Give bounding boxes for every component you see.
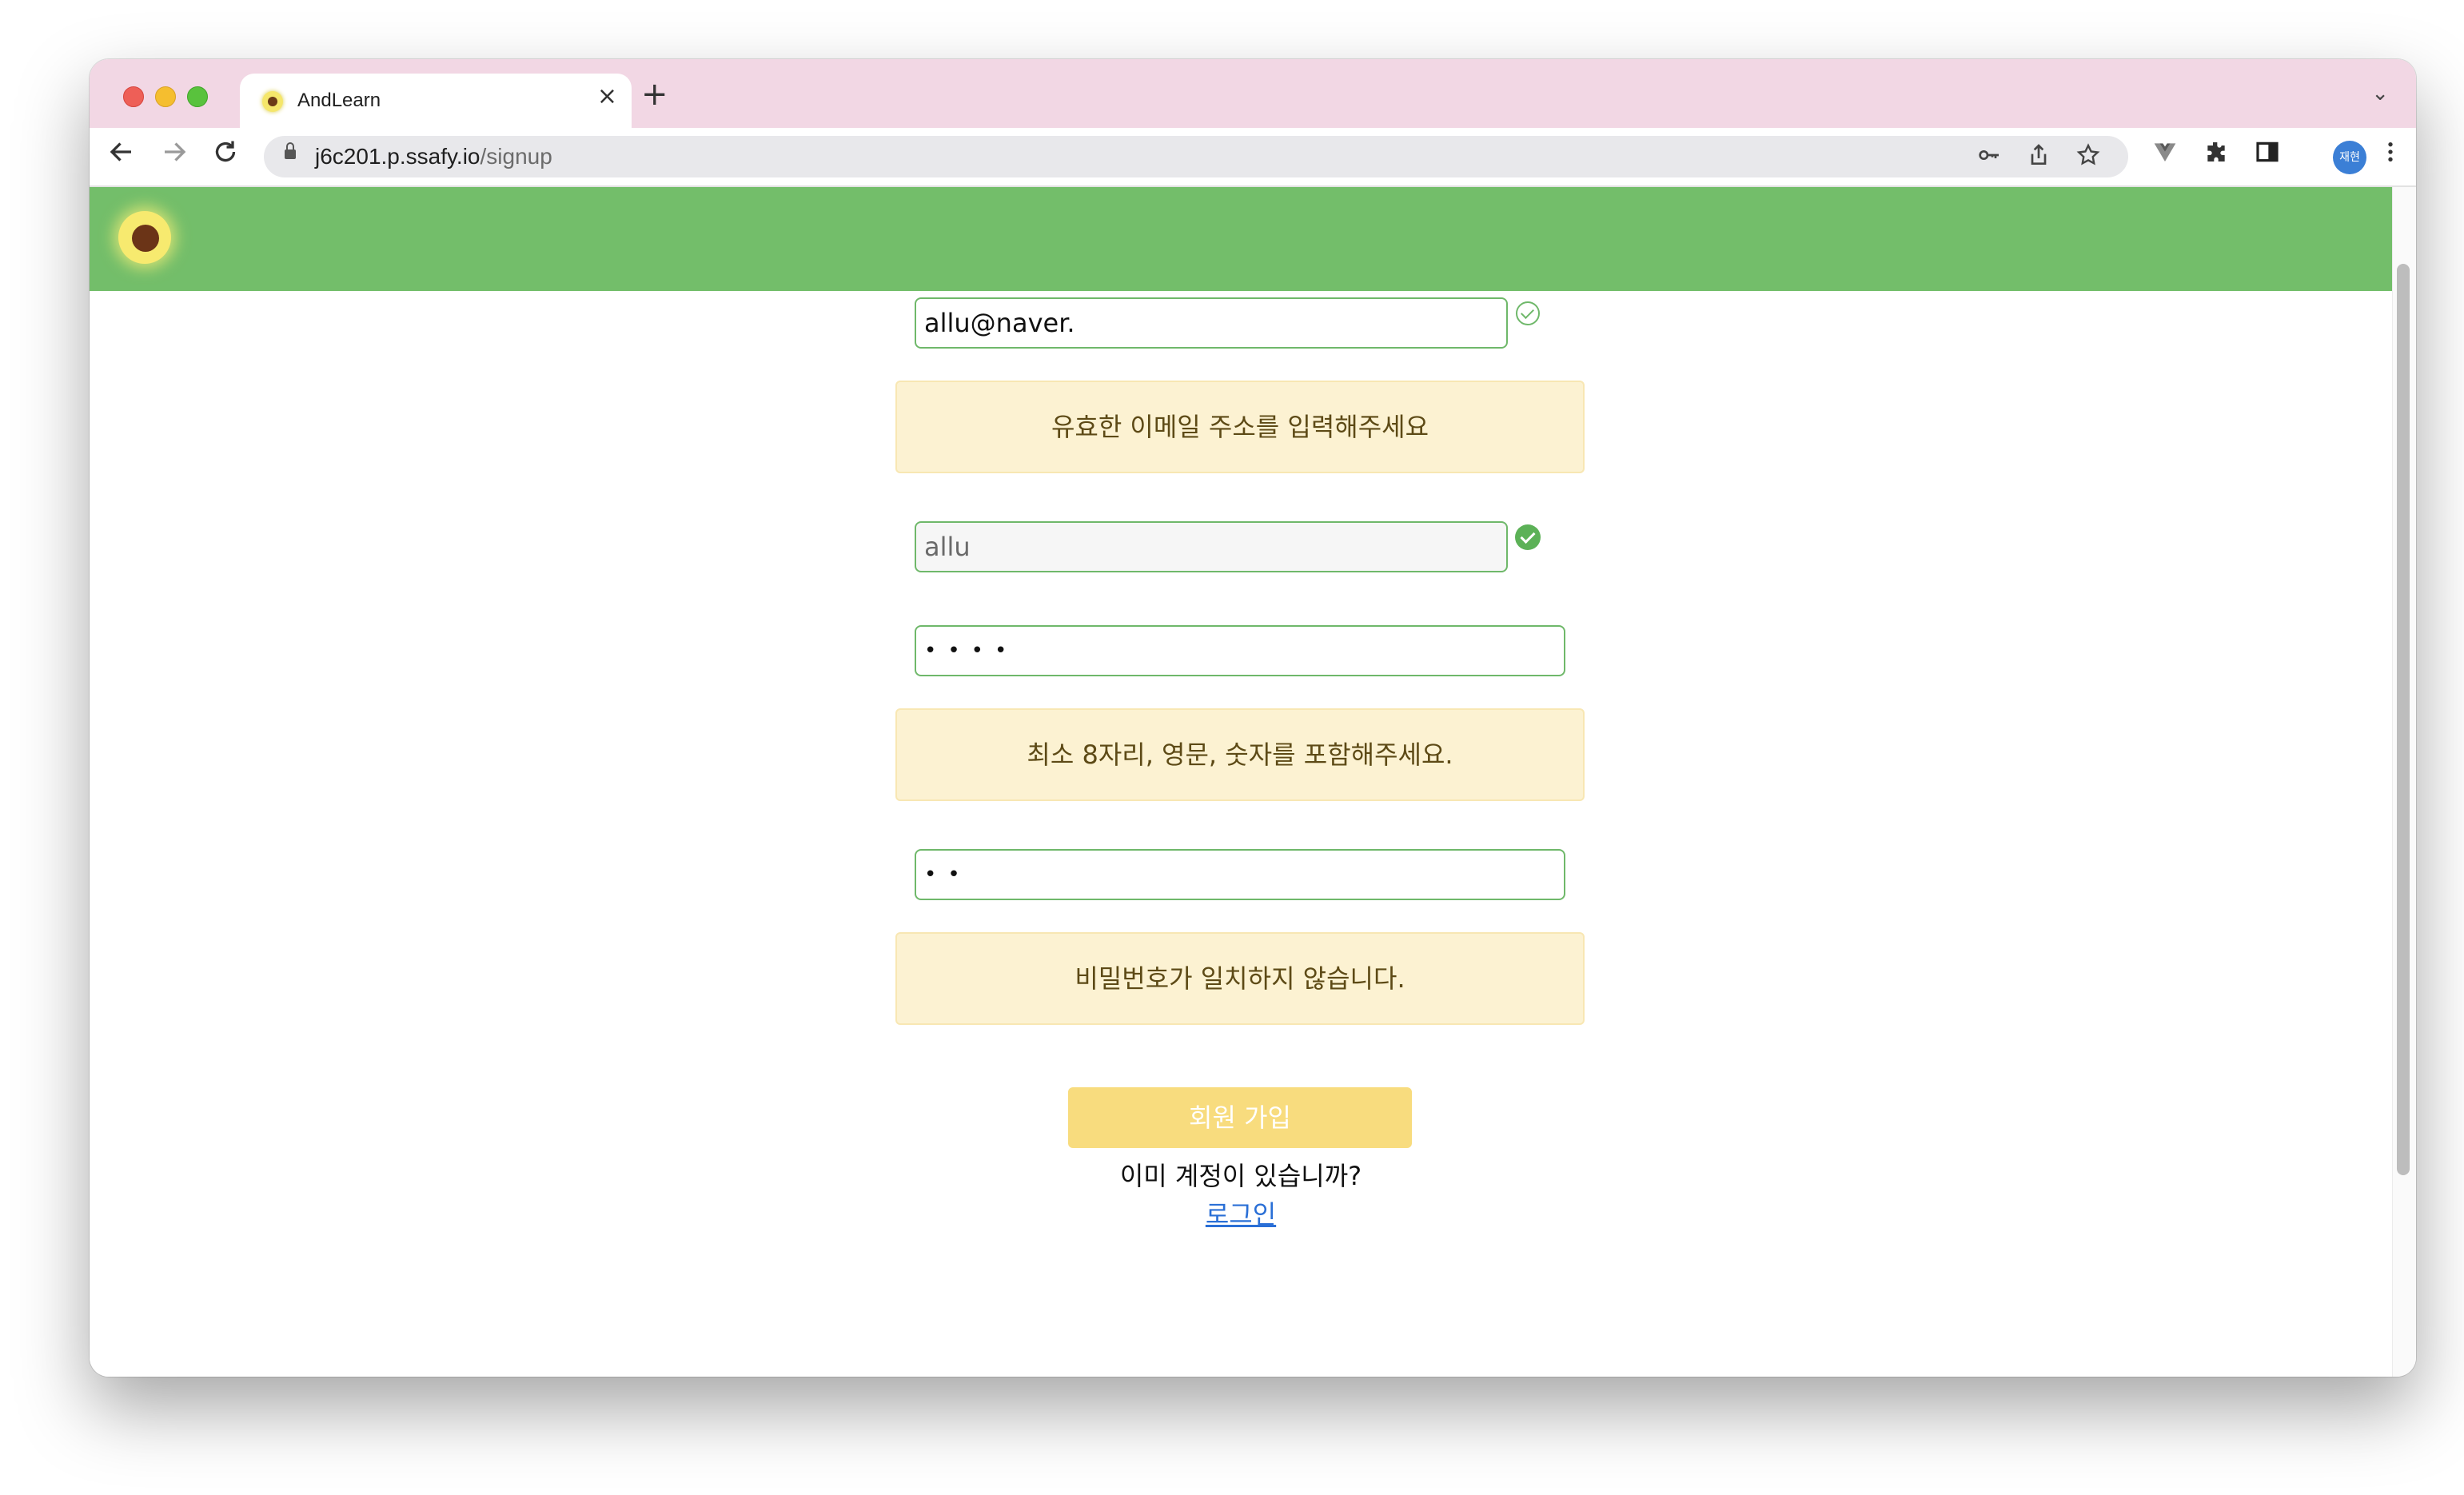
- key-icon[interactable]: [1976, 142, 2002, 173]
- menu-icon[interactable]: [2378, 139, 2403, 169]
- email-error-alert: 유효한 이메일 주소를 입력해주세요: [895, 381, 1585, 473]
- side-panel-icon[interactable]: [2255, 139, 2280, 169]
- tab-list-chevron-icon[interactable]: ⌄: [2371, 82, 2389, 106]
- password-mismatch-alert: 비밀번호가 일치하지 않습니다.: [895, 932, 1585, 1025]
- avocado-logo-icon[interactable]: [118, 211, 171, 264]
- signup-button[interactable]: 회원 가입: [1068, 1087, 1412, 1148]
- email-field[interactable]: allu@naver.: [915, 297, 1508, 349]
- check-filled-icon: [1515, 524, 1541, 550]
- star-icon[interactable]: [2075, 142, 2101, 173]
- tab-andlearn[interactable]: AndLearn ×: [240, 74, 632, 128]
- profile-avatar[interactable]: 재현: [2333, 141, 2366, 174]
- check-outline-icon: [1516, 301, 1540, 325]
- address-bar[interactable]: j6c201.p.ssafy.io/signup: [264, 136, 2128, 177]
- maximize-window-button[interactable]: [187, 86, 208, 107]
- password-error-alert: 최소 8자리, 영문, 숫자를 포함해주세요.: [895, 708, 1585, 801]
- login-link[interactable]: 로그인: [90, 1194, 2392, 1231]
- vue-devtools-icon[interactable]: [2152, 139, 2178, 169]
- tab-title: AndLearn: [297, 90, 381, 111]
- browser-toolbar: j6c201.p.ssafy.io/signup 재현: [90, 128, 2416, 187]
- share-icon[interactable]: [2026, 142, 2051, 173]
- lock-icon[interactable]: [285, 142, 296, 159]
- browser-window: AndLearn × + ⌄ j6c201.p.ssafy.io/signup: [90, 59, 2416, 1377]
- avocado-favicon-icon: [262, 91, 283, 112]
- forward-icon[interactable]: [160, 138, 189, 172]
- tab-close-icon[interactable]: ×: [597, 85, 617, 109]
- password-confirm-field[interactable]: ••: [915, 849, 1565, 900]
- nickname-field[interactable]: allu: [915, 521, 1508, 572]
- reload-icon[interactable]: [211, 138, 240, 172]
- password-field[interactable]: ••••: [915, 625, 1565, 676]
- new-tab-button[interactable]: +: [641, 78, 668, 110]
- app-header: [90, 187, 2392, 291]
- back-icon[interactable]: [107, 138, 136, 172]
- extensions-icon[interactable]: [2203, 139, 2229, 169]
- tab-strip: AndLearn × + ⌄: [90, 59, 2416, 128]
- login-prompt: 이미 계정이 있습니까?: [1119, 1161, 1362, 1191]
- page-viewport: allu@naver. 유효한 이메일 주소를 입력해주세요 allu ••••…: [90, 187, 2392, 1377]
- minimize-window-button[interactable]: [155, 86, 176, 107]
- scrollbar-thumb[interactable]: [2397, 264, 2410, 1175]
- url-text[interactable]: j6c201.p.ssafy.io/signup: [315, 144, 552, 169]
- close-window-button[interactable]: [123, 86, 144, 107]
